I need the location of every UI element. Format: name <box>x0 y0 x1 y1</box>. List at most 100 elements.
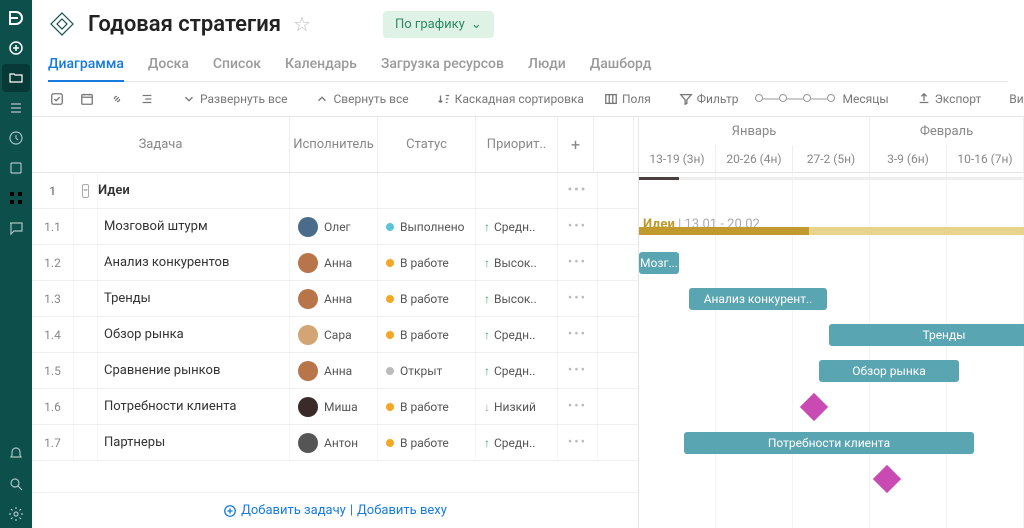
col-priority[interactable]: Приорит.. <box>476 117 558 172</box>
milestone-diamond[interactable] <box>873 465 901 493</box>
status-cell[interactable]: В работе <box>378 281 476 316</box>
week-header: 10-16 (7н) <box>947 145 1024 173</box>
task-name[interactable]: Партнеры <box>98 425 290 460</box>
star-icon[interactable]: ☆ <box>293 12 311 36</box>
rail-chat[interactable] <box>2 214 30 242</box>
tab-Доска[interactable]: Доска <box>148 48 189 82</box>
tab-Список[interactable]: Список <box>213 48 261 82</box>
status-cell[interactable]: В работе <box>378 317 476 352</box>
task-row[interactable]: 1.1 Мозговой штурм Олег Выполнено ↑ Сред… <box>32 209 638 245</box>
gantt-bar[interactable]: Обзор рынка <box>819 360 959 382</box>
priority-cell[interactable]: ↑ Средн.. <box>476 317 558 352</box>
row-menu[interactable]: ••• <box>558 173 598 208</box>
priority-cell[interactable]: ↑ Средн.. <box>476 353 558 388</box>
tool-calendar[interactable] <box>74 88 100 110</box>
collapse-all-button[interactable]: Свернуть все <box>309 88 414 110</box>
status-cell[interactable]: В работе <box>378 245 476 280</box>
task-row[interactable]: 1.7 Партнеры Антон В работе ↑ Средн.. ••… <box>32 425 638 461</box>
rail-search[interactable] <box>2 470 30 498</box>
tool-link[interactable] <box>104 88 130 110</box>
row-menu[interactable]: ••• <box>558 425 598 460</box>
tool-indent[interactable] <box>134 88 160 110</box>
add-milestone-link[interactable]: Добавить веху <box>357 503 447 518</box>
rail-recent[interactable] <box>2 124 30 152</box>
status-cell[interactable]: В работе <box>378 425 476 460</box>
progress-bar <box>639 177 1024 180</box>
row-number: 1.4 <box>32 317 74 352</box>
avatar <box>298 361 318 381</box>
row-menu[interactable]: ••• <box>558 281 598 316</box>
expand-all-button[interactable]: Развернуть все <box>176 88 293 110</box>
col-assignee[interactable]: Исполнитель <box>290 117 378 172</box>
group-name[interactable]: Идеи <box>98 173 290 208</box>
row-menu[interactable]: ••• <box>558 389 598 424</box>
rail-add[interactable] <box>2 34 30 62</box>
add-task-link[interactable]: Добавить задачу <box>223 503 346 518</box>
milestone-diamond[interactable] <box>800 393 828 421</box>
view-button[interactable]: Вид ⌄ <box>1003 88 1024 110</box>
gantt-bar[interactable]: Анализ конкурент.. <box>689 288 827 310</box>
rail-menu[interactable] <box>2 94 30 122</box>
gantt-bar[interactable]: Потребности клиента <box>684 432 974 454</box>
task-name[interactable]: Мозговой штурм <box>98 209 290 244</box>
task-name[interactable]: Сравнение рынков <box>98 353 290 388</box>
zoom-slider[interactable]: Месяцы <box>749 88 895 110</box>
rail-board[interactable] <box>2 154 30 182</box>
col-task[interactable]: Задача <box>32 117 290 172</box>
row-number: 1.7 <box>32 425 74 460</box>
col-status[interactable]: Статус <box>378 117 476 172</box>
add-column-button[interactable]: + <box>558 117 594 172</box>
row-menu[interactable]: ••• <box>558 245 598 280</box>
priority-cell[interactable]: ↑ Средн.. <box>476 209 558 244</box>
gantt-bar[interactable]: Мозг... <box>639 252 679 274</box>
row-menu[interactable]: ••• <box>558 353 598 388</box>
fields-button[interactable]: Поля <box>598 88 657 110</box>
assignee-cell[interactable]: Миша <box>290 389 378 424</box>
priority-cell[interactable]: ↑ Средн.. <box>476 425 558 460</box>
export-button[interactable]: Экспорт <box>911 88 988 110</box>
tab-Диаграмма[interactable]: Диаграмма <box>48 48 124 82</box>
rail-grid[interactable] <box>2 184 30 212</box>
priority-cell[interactable]: ↑ Высок.. <box>476 245 558 280</box>
assignee-cell[interactable]: Олег <box>290 209 378 244</box>
month-header: Январь <box>639 117 870 145</box>
tab-Загрузка ресурсов[interactable]: Загрузка ресурсов <box>381 48 504 82</box>
task-name[interactable]: Потребности клиента <box>98 389 290 424</box>
task-name[interactable]: Обзор рынка <box>98 317 290 352</box>
status-badge[interactable]: По графику ⌄ <box>383 11 494 38</box>
assignee-cell[interactable]: Антон <box>290 425 378 460</box>
priority-cell[interactable]: ↓ Низкий <box>476 389 558 424</box>
assignee-cell[interactable]: Анна <box>290 245 378 280</box>
row-menu[interactable]: ••• <box>558 317 598 352</box>
task-grid: Задача Исполнитель Статус Приорит.. + 1 … <box>32 117 639 528</box>
status-cell[interactable]: Открыт <box>378 353 476 388</box>
gantt-chart: ЯнварьФевраль 13-19 (3н)20-26 (4н)27-2 (… <box>639 117 1024 528</box>
task-name[interactable]: Тренды <box>98 281 290 316</box>
rail-bell[interactable] <box>2 440 30 468</box>
task-name[interactable]: Анализ конкурентов <box>98 245 290 280</box>
status-cell[interactable]: В работе <box>378 389 476 424</box>
task-row[interactable]: 1.6 Потребности клиента Миша В работе ↓ … <box>32 389 638 425</box>
collapse-toggle[interactable]: − <box>82 184 89 198</box>
group-track[interactable] <box>639 227 809 235</box>
task-row[interactable]: 1.3 Тренды Анна В работе ↑ Высок.. ••• <box>32 281 638 317</box>
assignee-cell[interactable]: Анна <box>290 281 378 316</box>
rail-logo[interactable] <box>2 4 30 32</box>
task-row[interactable]: 1.2 Анализ конкурентов Анна В работе ↑ В… <box>32 245 638 281</box>
tab-Люди[interactable]: Люди <box>528 48 566 82</box>
rail-folder[interactable] <box>2 64 30 92</box>
task-row[interactable]: 1.5 Сравнение рынков Анна Открыт ↑ Средн… <box>32 353 638 389</box>
row-menu[interactable]: ••• <box>558 209 598 244</box>
rail-settings[interactable] <box>2 500 30 528</box>
tab-Календарь[interactable]: Календарь <box>285 48 357 82</box>
priority-cell[interactable]: ↑ Высок.. <box>476 281 558 316</box>
assignee-cell[interactable]: Анна <box>290 353 378 388</box>
gantt-bar[interactable]: Тренды <box>829 324 1024 346</box>
filter-button[interactable]: Фильтр <box>673 88 745 110</box>
cascade-sort-button[interactable]: Каскадная сортировка <box>431 88 590 110</box>
tool-checkbox[interactable] <box>44 88 70 110</box>
task-row[interactable]: 1.4 Обзор рынка Сара В работе ↑ Средн.. … <box>32 317 638 353</box>
tab-Дашборд[interactable]: Дашборд <box>590 48 652 82</box>
assignee-cell[interactable]: Сара <box>290 317 378 352</box>
status-cell[interactable]: Выполнено <box>378 209 476 244</box>
